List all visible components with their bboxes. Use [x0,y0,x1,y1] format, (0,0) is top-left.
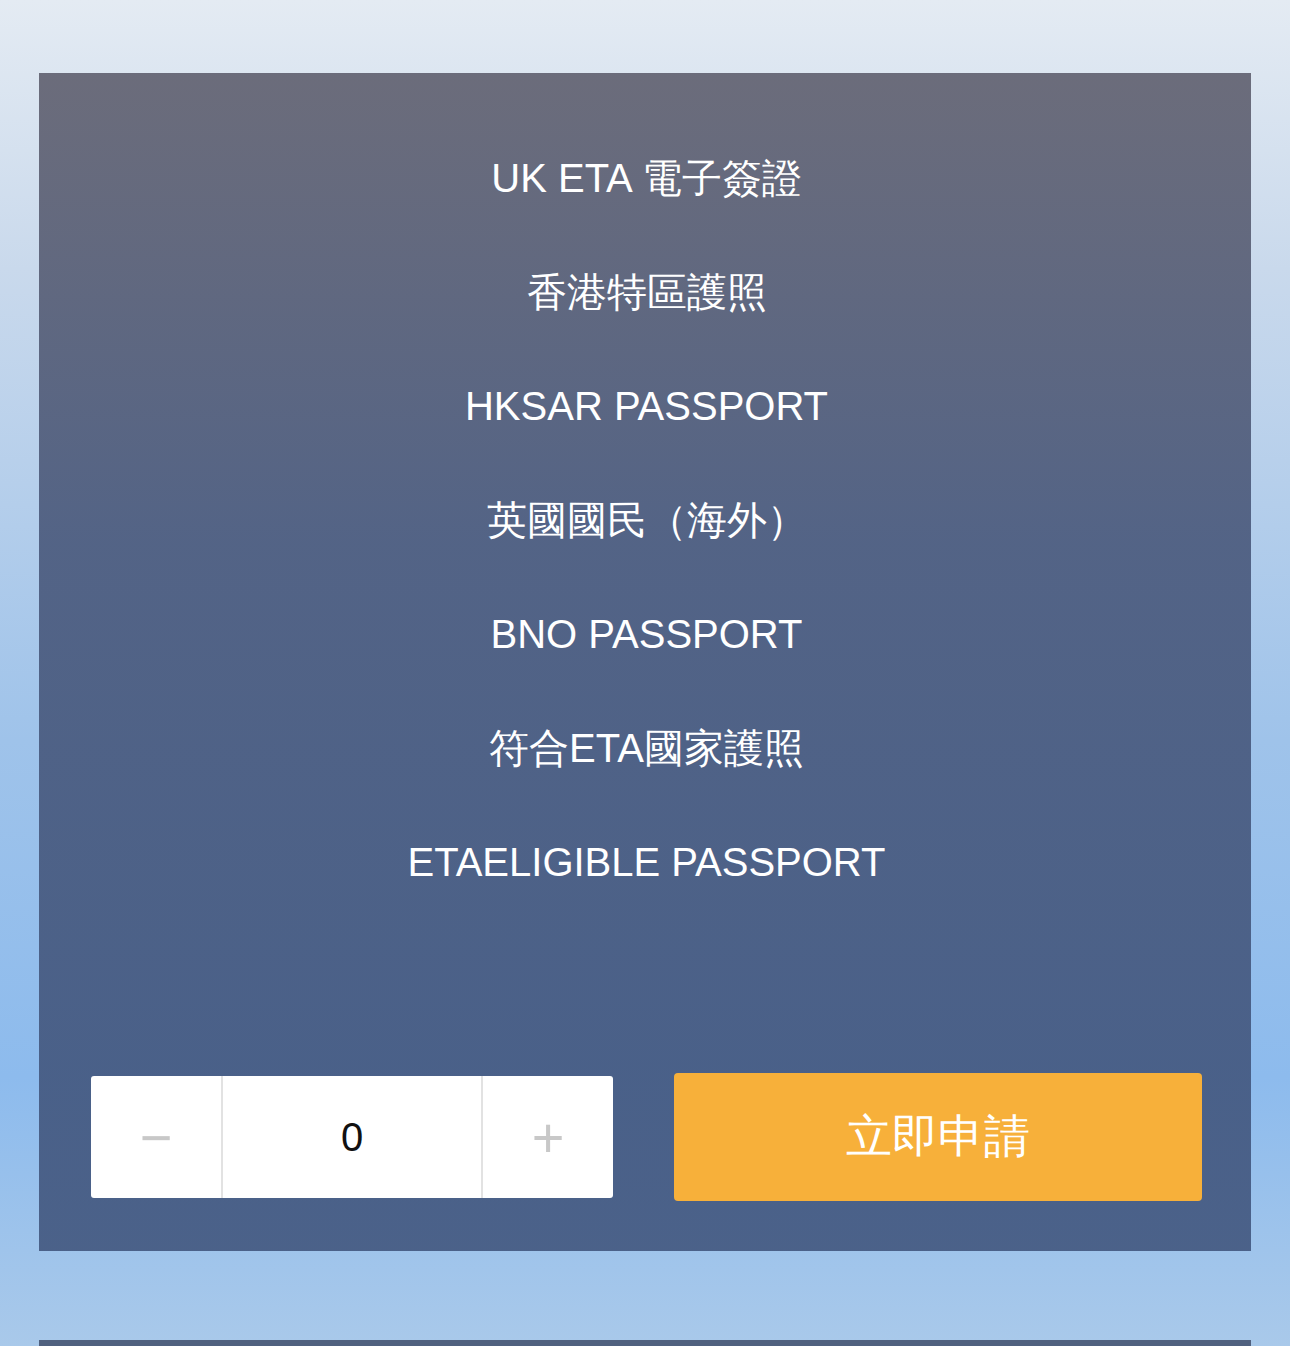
minus-button[interactable]: − [91,1076,221,1198]
product-line: UK ETA 電子簽證 [491,121,801,235]
page: UK ETA 電子簽證香港特區護照HKSAR PASSPORT英國國民（海外）B… [0,0,1290,1251]
quantity-stepper: − 0 + [91,1076,613,1198]
plus-button[interactable]: + [483,1076,613,1198]
next-panel [39,1340,1251,1346]
product-line: ETAELIGIBLE PASSPORT [408,805,886,919]
product-line: 英國國民（海外） [487,463,807,577]
controls: − 0 + 立即申請 [91,1073,1202,1201]
product-panel: UK ETA 電子簽證香港特區護照HKSAR PASSPORT英國國民（海外）B… [39,73,1251,1251]
product-lines: UK ETA 電子簽證香港特區護照HKSAR PASSPORT英國國民（海外）B… [91,121,1202,919]
quantity-value[interactable]: 0 [221,1076,483,1198]
apply-button[interactable]: 立即申請 [674,1073,1202,1201]
product-line: HKSAR PASSPORT [465,349,828,463]
product-line: 符合ETA國家護照 [489,691,804,805]
product-line: 香港特區護照 [527,235,767,349]
product-line: BNO PASSPORT [491,577,803,691]
